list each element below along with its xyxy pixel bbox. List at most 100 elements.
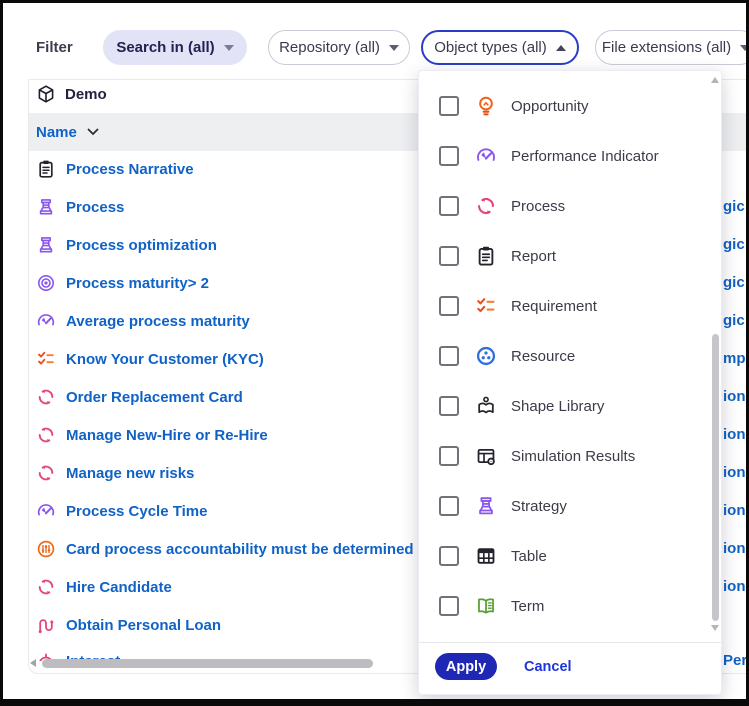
vertical-scrollbar-thumb[interactable] (712, 334, 719, 621)
chevron-up-icon (556, 45, 566, 51)
repository-filter-pill[interactable]: Repository (all) (268, 30, 410, 65)
window-border (0, 699, 749, 706)
strategy-checkbox[interactable] (439, 496, 459, 516)
repository-pill-label: Repository (all) (279, 39, 380, 56)
term-checkbox[interactable] (439, 596, 459, 616)
strategy-icon (475, 495, 497, 517)
search-in-pill-label: Search in (all) (116, 39, 214, 56)
dropdown-item-label: Process (511, 198, 565, 215)
item-link[interactable]: Process Narrative (66, 161, 194, 178)
item-link[interactable]: Hire Candidate (66, 579, 172, 596)
report-icon (36, 159, 56, 179)
item-link[interactable]: Process maturity> 2 (66, 275, 209, 292)
dropdown-item-table[interactable]: Table (419, 539, 721, 573)
list-item[interactable]: Obtain Personal Loan (36, 614, 221, 636)
item-link[interactable]: Manage New-Hire or Re-Hire (66, 427, 268, 444)
chevron-down-icon (224, 45, 234, 51)
item-link[interactable]: Process optimization (66, 237, 217, 254)
dropdown-item-process[interactable]: Process (419, 189, 721, 223)
item-link[interactable]: Average process maturity (66, 313, 250, 330)
dropdown-item-strategy[interactable]: Strategy (419, 489, 721, 523)
list-item[interactable]: Process (36, 196, 124, 218)
list-item[interactable]: Process maturity> 2 (36, 272, 209, 294)
process-icon (36, 425, 56, 445)
scroll-down-arrow-icon[interactable] (711, 625, 719, 631)
table-checkbox[interactable] (439, 546, 459, 566)
dropdown-item-label: Term (511, 598, 544, 615)
list-item[interactable]: Manage New-Hire or Re-Hire (36, 424, 268, 446)
dropdown-item-shape-library[interactable]: Shape Library (419, 389, 721, 423)
dropdown-item-label: Performance Indicator (511, 148, 659, 165)
requirement-icon (36, 349, 56, 369)
list-item[interactable]: Know Your Customer (KYC) (36, 348, 264, 370)
dropdown-item-simulation-results[interactable]: Simulation Results (419, 439, 721, 473)
dropdown-item-report[interactable]: Report (419, 239, 721, 273)
report-checkbox[interactable] (439, 246, 459, 266)
dropdown-item-resource[interactable]: Resource (419, 339, 721, 373)
file-extensions-filter-pill[interactable]: File extensions (all) (595, 30, 749, 65)
apply-button[interactable]: Apply (435, 653, 497, 680)
dropdown-item-label: Table (511, 548, 547, 565)
list-item[interactable]: Process Cycle Time (36, 500, 207, 522)
process-icon (36, 577, 56, 597)
search-in-filter-pill[interactable]: Search in (all) (103, 30, 247, 65)
item-link[interactable]: Know Your Customer (KYC) (66, 351, 264, 368)
object-types-pill-label: Object types (all) (434, 39, 547, 56)
results-list: Process Narrative Process Process optimi… (28, 151, 421, 661)
resource-checkbox[interactable] (439, 346, 459, 366)
list-item[interactable]: Process Narrative (36, 158, 194, 180)
table-icon (475, 545, 497, 567)
process-icon (475, 195, 497, 217)
list-item[interactable]: Average process maturity (36, 310, 250, 332)
accountability-icon (36, 539, 56, 559)
dropdown-item-label: Strategy (511, 498, 567, 515)
gauge-icon (475, 145, 497, 167)
object-types-filter-pill[interactable]: Object types (all) (421, 30, 579, 65)
list-item[interactable]: Hire Candidate (36, 576, 172, 598)
report-icon (475, 245, 497, 267)
process-checkbox[interactable] (439, 196, 459, 216)
item-link[interactable]: Card process accountability must be dete… (66, 541, 414, 558)
opportunity-icon (475, 95, 497, 117)
window-border (0, 0, 3, 706)
dropdown-item-label: Requirement (511, 298, 597, 315)
list-item[interactable]: Order Replacement Card (36, 386, 243, 408)
performance-indicator-checkbox[interactable] (439, 146, 459, 166)
list-item[interactable]: Process optimization (36, 234, 217, 256)
opportunity-checkbox[interactable] (439, 96, 459, 116)
item-link[interactable]: Manage new risks (66, 465, 194, 482)
scroll-up-arrow-icon[interactable] (711, 77, 719, 83)
window-border (0, 0, 749, 3)
item-link[interactable]: Obtain Personal Loan (66, 617, 221, 634)
dropdown-item-opportunity[interactable]: Opportunity (419, 89, 721, 123)
term-icon (475, 595, 497, 617)
simulation-results-icon (475, 445, 497, 467)
shape-library-checkbox[interactable] (439, 396, 459, 416)
dropdown-item-label: Report (511, 248, 556, 265)
list-item[interactable]: Manage new risks (36, 462, 194, 484)
name-header-label: Name (36, 124, 77, 141)
requirement-icon (475, 295, 497, 317)
gauge-icon (36, 501, 56, 521)
dropdown-item-label: Shape Library (511, 398, 604, 415)
filter-label: Filter (36, 39, 73, 56)
scroll-left-arrow-icon[interactable] (30, 659, 36, 667)
dropdown-item-requirement[interactable]: Requirement (419, 289, 721, 323)
name-column-header[interactable]: Name (36, 113, 99, 151)
dropdown-item-label: Resource (511, 348, 575, 365)
requirement-checkbox[interactable] (439, 296, 459, 316)
dropdown-item-label: Simulation Results (511, 448, 635, 465)
list-item[interactable]: Card process accountability must be dete… (36, 538, 414, 560)
item-link[interactable]: Order Replacement Card (66, 389, 243, 406)
cancel-button[interactable]: Cancel (518, 653, 578, 680)
resource-icon (475, 345, 497, 367)
simulation-results-checkbox[interactable] (439, 446, 459, 466)
object-types-dropdown: Opportunity Performance Indicator Proces… (418, 70, 722, 695)
item-link[interactable]: Process (66, 199, 124, 216)
horizontal-scrollbar-thumb[interactable] (42, 659, 373, 668)
item-link[interactable]: Process Cycle Time (66, 503, 207, 520)
file-extensions-pill-label: File extensions (all) (602, 39, 731, 56)
chevron-down-icon (389, 45, 399, 51)
dropdown-item-term[interactable]: Term (419, 589, 721, 623)
dropdown-item-performance-indicator[interactable]: Performance Indicator (419, 139, 721, 173)
